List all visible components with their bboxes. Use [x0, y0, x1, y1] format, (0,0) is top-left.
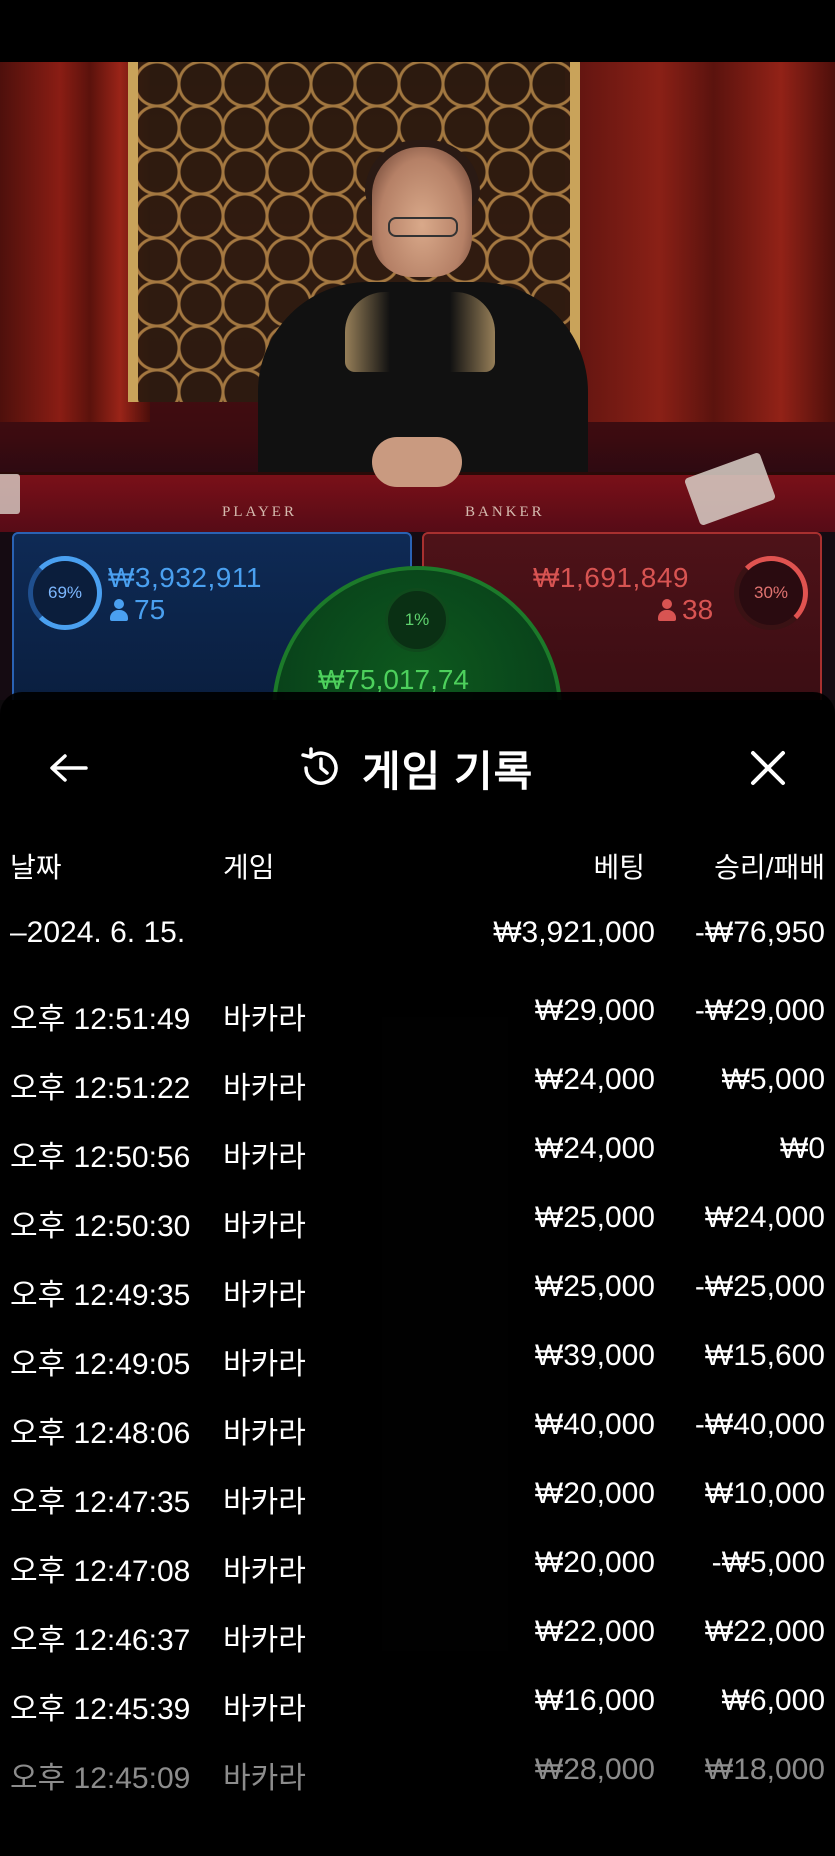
row-result: -₩5,000 [711, 1546, 825, 1579]
row-result: ₩5,000 [721, 1063, 825, 1096]
table-row[interactable]: 오후 12:51:49 바카라 ₩29,000 -₩29,000 [0, 994, 835, 1054]
row-game: 바카라 [223, 1555, 306, 1588]
row-game: 바카라 [223, 1141, 306, 1174]
row-result: ₩24,000 [704, 1201, 825, 1234]
tie-percent-ring: 1% [385, 588, 449, 652]
row-bet: ₩20,000 [534, 1546, 655, 1579]
card-stack [0, 474, 20, 514]
table-row[interactable]: 오후 12:50:56 바카라 ₩24,000 ₩0 [0, 1132, 835, 1192]
row-bet: ₩39,000 [534, 1339, 655, 1372]
row-result: ₩15,600 [704, 1339, 825, 1372]
row-bet: ₩28,000 [534, 1753, 655, 1786]
table-row[interactable]: 오후 12:49:35 바카라 ₩25,000 -₩25,000 [0, 1270, 835, 1330]
row-time: 오후 12:49:35 [10, 1279, 191, 1312]
row-result: -₩29,000 [694, 994, 825, 1027]
row-bet: ₩25,000 [534, 1270, 655, 1303]
dealer-shoulder [345, 292, 495, 372]
dealer-head [372, 147, 472, 277]
row-game: 바카라 [223, 1210, 306, 1243]
row-time: 오후 12:51:49 [10, 1003, 191, 1036]
table-row[interactable]: 오후 12:47:35 바카라 ₩20,000 ₩10,000 [0, 1477, 835, 1537]
banker-count: 38 [658, 594, 713, 626]
dealer-hands [372, 437, 462, 487]
row-game: 바카라 [223, 1486, 306, 1519]
felt-label-player: PLAYER [222, 504, 297, 520]
table-row[interactable]: 오후 12:45:09 바카라 ₩28,000 ₩18,000 [0, 1753, 835, 1813]
dealer-glasses [388, 217, 458, 237]
table-row[interactable]: 오후 12:51:22 바카라 ₩24,000 ₩5,000 [0, 1063, 835, 1123]
table-row[interactable]: 오후 12:49:05 바카라 ₩39,000 ₩15,600 [0, 1339, 835, 1399]
row-game: 바카라 [223, 1279, 306, 1312]
banker-percent-ring: 30% [734, 556, 808, 630]
curtain-right [565, 62, 835, 422]
row-game: 바카라 [223, 1693, 306, 1726]
row-time: 오후 12:45:09 [10, 1762, 191, 1795]
person-icon [110, 599, 128, 621]
row-result: -₩40,000 [694, 1408, 825, 1441]
banker-count-value: 38 [682, 594, 714, 625]
column-header-result: 승리/패배 [714, 852, 825, 883]
row-time: 오후 12:51:22 [10, 1072, 191, 1105]
row-time: 오후 12:50:30 [10, 1210, 191, 1243]
row-result: ₩18,000 [704, 1753, 825, 1786]
row-bet: ₩24,000 [534, 1063, 655, 1096]
player-count: 75 [110, 594, 165, 626]
row-bet: ₩29,000 [534, 994, 655, 1027]
column-header-game: 게임 [223, 852, 275, 883]
player-total-amount: ₩3,932,911 [108, 562, 262, 593]
close-button[interactable] [740, 740, 796, 796]
player-percent-ring: 69% [28, 556, 102, 630]
banker-total-amount: ₩1,691,849 [533, 562, 689, 593]
row-game: 바카라 [223, 1762, 306, 1795]
row-result: -₩25,000 [694, 1270, 825, 1303]
row-bet: ₩22,000 [534, 1615, 655, 1648]
row-game: 바카라 [223, 1417, 306, 1450]
row-time: 오후 12:50:56 [10, 1141, 191, 1174]
column-header-date: 날짜 [10, 852, 62, 883]
row-bet: ₩25,000 [534, 1201, 655, 1234]
row-result: ₩10,000 [704, 1477, 825, 1510]
table-row[interactable]: 오후 12:46:37 바카라 ₩22,000 ₩22,000 [0, 1615, 835, 1675]
column-header-bet: 베팅 [593, 852, 645, 883]
row-time: 오후 12:46:37 [10, 1624, 191, 1657]
summary-result: -₩76,950 [694, 916, 825, 949]
table-row[interactable]: 오후 12:48:06 바카라 ₩40,000 -₩40,000 [0, 1408, 835, 1468]
row-time: 오후 12:45:39 [10, 1693, 191, 1726]
row-game: 바카라 [223, 1072, 306, 1105]
summary-bet: ₩3,921,000 [493, 916, 655, 949]
history-icon [301, 747, 338, 785]
row-bet: ₩20,000 [534, 1477, 655, 1510]
date-summary-row[interactable]: –2024. 6. 15. ₩3,921,000 -₩76,950 [0, 916, 835, 976]
close-icon [751, 751, 785, 785]
player-count-value: 75 [134, 594, 166, 625]
row-time: 오후 12:48:06 [10, 1417, 191, 1450]
row-bet: ₩24,000 [534, 1132, 655, 1165]
back-button[interactable] [40, 740, 96, 796]
row-time: 오후 12:49:05 [10, 1348, 191, 1381]
summary-date: –2024. 6. 15. [10, 916, 186, 949]
arrow-left-icon [50, 754, 88, 782]
gold-pillar [128, 62, 138, 402]
modal-title: 게임 기록 [362, 747, 534, 795]
row-game: 바카라 [223, 1003, 306, 1036]
row-bet: ₩40,000 [534, 1408, 655, 1441]
status-bar [0, 0, 835, 62]
row-time: 오후 12:47:35 [10, 1486, 191, 1519]
modal-title-group: 게임 기록 [298, 740, 533, 796]
row-result: ₩6,000 [721, 1684, 825, 1717]
table-row[interactable]: 오후 12:50:30 바카라 ₩25,000 ₩24,000 [0, 1201, 835, 1261]
row-game: 바카라 [223, 1348, 306, 1381]
row-result: ₩0 [780, 1132, 825, 1165]
row-time: 오후 12:47:08 [10, 1555, 191, 1588]
felt-label-banker: BANKER [465, 504, 545, 520]
row-game: 바카라 [223, 1624, 306, 1657]
row-bet: ₩16,000 [534, 1684, 655, 1717]
table-row[interactable]: 오후 12:45:39 바카라 ₩16,000 ₩6,000 [0, 1684, 835, 1744]
live-video-feed: PLAYER BANKER [0, 62, 835, 532]
row-result: ₩22,000 [704, 1615, 825, 1648]
table-row[interactable]: 오후 12:47:08 바카라 ₩20,000 -₩5,000 [0, 1546, 835, 1606]
person-icon [658, 599, 676, 621]
